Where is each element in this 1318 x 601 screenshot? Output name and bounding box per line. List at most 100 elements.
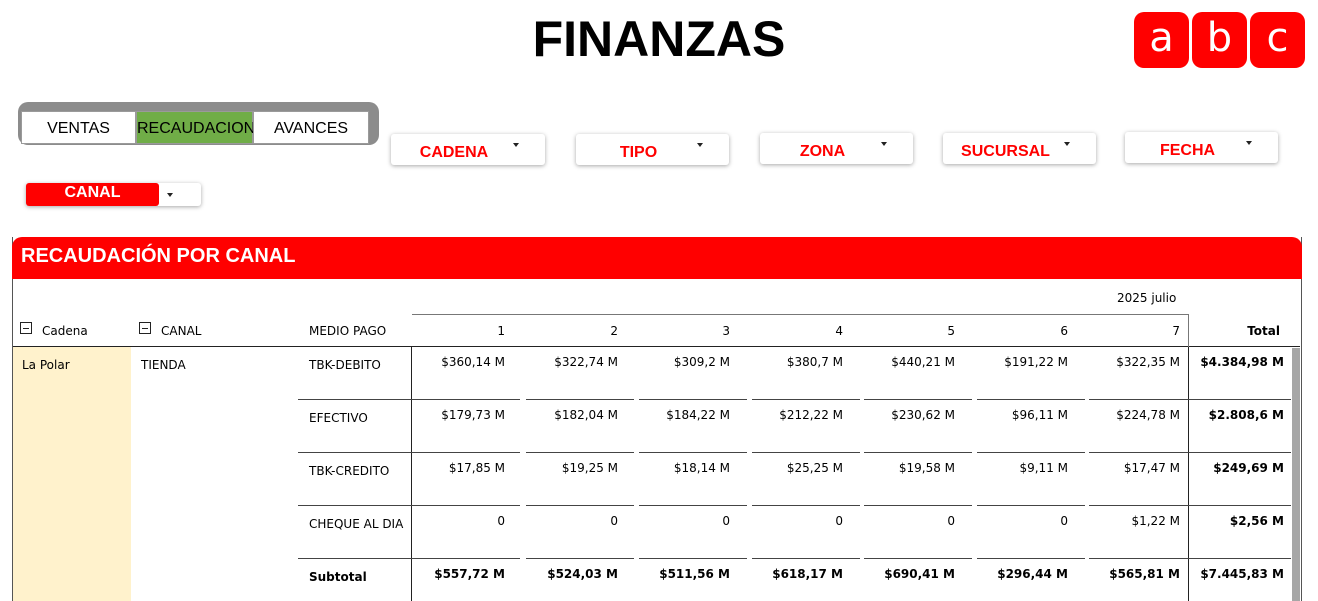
row-divider	[298, 452, 412, 453]
cadena-filter-dropdown[interactable]: CADENA	[391, 134, 545, 165]
logo-letter-a: a	[1134, 12, 1189, 68]
cell-divider	[1089, 558, 1197, 559]
cell-divider	[864, 399, 972, 400]
table-cell: 0	[610, 514, 618, 528]
table-cell: $360,14 M	[441, 355, 505, 369]
cell-divider	[526, 399, 634, 400]
column-header-day[interactable]: 7	[1087, 324, 1180, 338]
total-cell-divider	[1189, 452, 1291, 453]
table-cell: 0	[835, 514, 843, 528]
tab-avances[interactable]: AVANCES	[253, 111, 369, 144]
cell-divider	[752, 399, 860, 400]
cell-divider	[977, 452, 1085, 453]
cell-divider	[752, 558, 860, 559]
table-cell: $25,25 M	[786, 461, 843, 475]
cell-divider	[639, 399, 747, 400]
subtotal-cell: $565,81 M	[1109, 567, 1180, 581]
canal-filter-label: CANAL	[26, 183, 159, 206]
row-divider	[298, 399, 412, 400]
cell-divider	[639, 452, 747, 453]
row-total-cell: $4.384,98 M	[1200, 355, 1284, 369]
table-cell: $17,47 M	[1123, 461, 1180, 475]
total-cell-divider	[1189, 558, 1291, 559]
cell-divider	[864, 558, 972, 559]
table-cell: $322,35 M	[1116, 355, 1180, 369]
total-cell-divider	[1189, 399, 1291, 400]
medio-pago-label[interactable]: TBK-DEBITO	[309, 358, 381, 372]
fecha-filter-label: FECHA	[1159, 142, 1216, 159]
row-total-cell: $2.808,6 M	[1208, 408, 1284, 422]
column-header-day[interactable]: 3	[637, 324, 730, 338]
row-header-canal[interactable]: CANAL	[161, 324, 201, 338]
collapse-canal-icon[interactable]	[139, 322, 151, 334]
subtotal-cell: $618,17 M	[772, 567, 843, 581]
vertical-scrollbar[interactable]	[1292, 348, 1300, 601]
collapse-cadena-icon[interactable]	[20, 322, 32, 334]
cell-divider	[977, 399, 1085, 400]
row-header-medio-pago[interactable]: MEDIO PAGO	[309, 324, 386, 338]
cell-divider	[412, 505, 520, 506]
cell-divider	[752, 505, 860, 506]
chevron-down-icon	[697, 143, 703, 147]
chevron-down-icon	[1064, 142, 1070, 146]
chevron-down-icon	[1246, 141, 1252, 145]
table-cell: $184,22 M	[666, 408, 730, 422]
header-divider	[13, 346, 1300, 347]
logo-letter-c: c	[1250, 12, 1305, 68]
table-cell: $1,22 M	[1131, 514, 1180, 528]
cell-divider	[639, 505, 747, 506]
table-cell: $19,58 M	[898, 461, 955, 475]
chevron-down-icon	[513, 143, 519, 147]
canal-filter-dropdown[interactable]: CANAL	[26, 183, 201, 206]
sucursal-filter-dropdown[interactable]: SUCURSAL	[943, 133, 1096, 164]
tipo-filter-label: TIPO	[619, 144, 658, 161]
table-cell: $224,78 M	[1116, 408, 1180, 422]
zona-filter-dropdown[interactable]: ZONA	[760, 133, 913, 164]
row-divider	[298, 505, 412, 506]
logo-letter-b: b	[1192, 12, 1247, 68]
row-header-cadena[interactable]: Cadena	[42, 324, 88, 338]
cell-divider	[412, 399, 520, 400]
table-cell: $17,85 M	[448, 461, 505, 475]
canal-value[interactable]: TIENDA	[141, 358, 186, 372]
medio-pago-label[interactable]: TBK-CREDITO	[309, 464, 389, 478]
column-header-day[interactable]: 6	[975, 324, 1068, 338]
cell-divider	[864, 505, 972, 506]
table-cell: $96,11 M	[1011, 408, 1068, 422]
table-cell: $440,21 M	[891, 355, 955, 369]
tipo-filter-dropdown[interactable]: TIPO	[576, 134, 729, 165]
cell-divider	[752, 452, 860, 453]
subtotal-label[interactable]: Subtotal	[309, 570, 367, 584]
cadena-value[interactable]: La Polar	[22, 358, 70, 372]
page-title: FINANZAS	[532, 11, 786, 67]
column-header-day[interactable]: 1	[412, 324, 505, 338]
table-cell: 0	[497, 514, 505, 528]
table-cell: $230,62 M	[891, 408, 955, 422]
medio-pago-label[interactable]: EFECTIVO	[309, 411, 368, 425]
table-cell: $19,25 M	[561, 461, 618, 475]
column-header-day[interactable]: 4	[750, 324, 843, 338]
table-cell: 0	[1060, 514, 1068, 528]
row-total-cell: $249,69 M	[1213, 461, 1284, 475]
subtotal-cell: $296,44 M	[997, 567, 1068, 581]
tab-recaudacion[interactable]: RECAUDACION	[136, 111, 255, 144]
subtotal-cell: $511,56 M	[659, 567, 730, 581]
table-cell: $380,7 M	[786, 355, 843, 369]
table-cell: $9,11 M	[1019, 461, 1068, 475]
table-cell: $309,2 M	[673, 355, 730, 369]
cell-divider	[1089, 505, 1197, 506]
column-header-day[interactable]: 2	[525, 324, 618, 338]
column-header-total[interactable]: Total	[1190, 324, 1280, 338]
column-header-day[interactable]: 5	[862, 324, 955, 338]
medio-pago-label[interactable]: CHEQUE AL DIA	[309, 517, 403, 531]
tab-ventas[interactable]: VENTAS	[21, 111, 136, 144]
total-cell-divider	[1189, 505, 1291, 506]
chevron-down-icon	[167, 193, 173, 197]
cell-divider	[1089, 452, 1197, 453]
subtotal-cell: $524,03 M	[547, 567, 618, 581]
period-underline	[412, 314, 1188, 315]
chevron-down-icon	[881, 142, 887, 146]
cadena-cell-bg	[13, 347, 131, 601]
fecha-filter-dropdown[interactable]: FECHA	[1125, 132, 1278, 163]
cell-divider	[864, 452, 972, 453]
